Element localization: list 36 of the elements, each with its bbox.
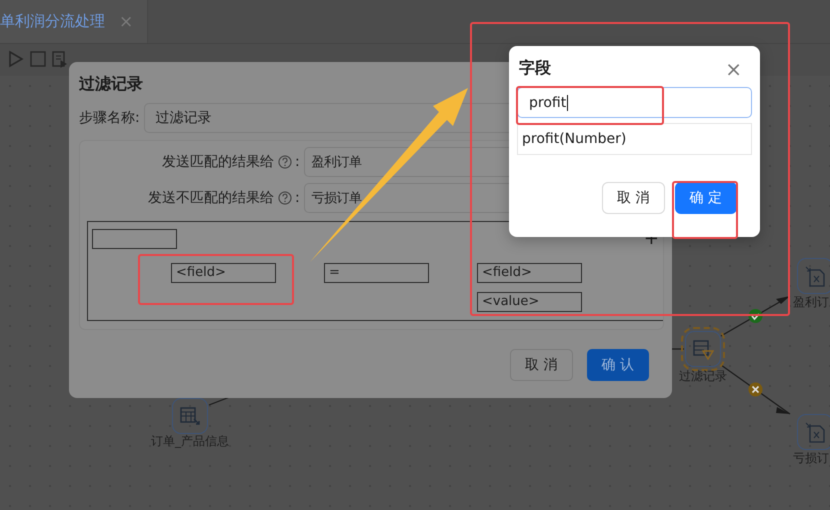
search-field[interactable]: profit [517, 87, 752, 118]
hop-line[interactable] [672, 348, 684, 350]
dialog-title: 过滤记录 [79, 74, 144, 95]
field-option[interactable]: profit(Number) [517, 123, 752, 155]
condition-field[interactable] [92, 229, 177, 249]
colon: : [295, 154, 300, 170]
field-label: 发送不匹配的结果给 [147, 189, 274, 207]
field-label: 步骤名称: [79, 109, 140, 127]
help-icon[interactable] [278, 155, 292, 169]
step-node[interactable] [797, 414, 830, 450]
editor-tab[interactable]: 单利润分流处理 × [0, 0, 148, 43]
value-box[interactable]: <value> [477, 292, 582, 312]
preview-icon[interactable] [52, 50, 68, 68]
spreadsheet-icon [805, 266, 825, 286]
field-box[interactable]: <field> [171, 263, 276, 283]
spreadsheet-icon [805, 422, 825, 442]
step-node[interactable] [797, 258, 830, 294]
cancel-button[interactable]: 取 消 [510, 349, 573, 381]
check-icon [748, 309, 762, 323]
filter-icon [692, 338, 714, 360]
dialog-title: 字段 [519, 58, 551, 79]
operator-box[interactable]: = [324, 263, 429, 283]
hop-arrow[interactable] [720, 295, 790, 337]
field-box[interactable]: <field> [477, 263, 582, 283]
cancel-button[interactable]: 取 消 [602, 182, 665, 214]
close-button[interactable]: × [725, 58, 750, 78]
help-icon[interactable] [278, 191, 292, 205]
stop-icon[interactable] [30, 51, 46, 67]
table-icon [180, 406, 200, 426]
colon: : [295, 190, 300, 206]
field-label: 发送匹配的结果给 [161, 153, 274, 171]
play-icon[interactable] [8, 50, 24, 68]
confirm-button[interactable]: 确 认 [586, 349, 649, 381]
confirm-button[interactable]: 确 定 [674, 182, 737, 214]
tab-title: 单利润分流处理 [0, 12, 105, 31]
cross-icon [748, 382, 762, 396]
